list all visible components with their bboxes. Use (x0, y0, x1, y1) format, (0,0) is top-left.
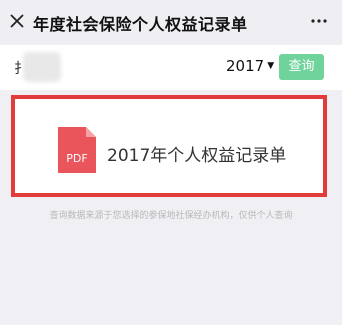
record-title: 2017年个人权益记录单 (107, 146, 287, 166)
close-icon[interactable] (8, 12, 26, 30)
pdf-label: PDF (66, 152, 87, 165)
highlight-frame: PDF 2017年个人权益记录单 (11, 95, 327, 197)
name-redaction (23, 52, 61, 82)
caret-down-icon: ▼ (267, 61, 275, 71)
record-card[interactable]: PDF 2017年个人权益记录单 (19, 103, 319, 189)
year-value: 2017 (226, 57, 265, 75)
more-icon[interactable] (310, 12, 328, 30)
page-title: 年度社会保险个人权益记录单 (33, 15, 248, 34)
filter-bar: 扌 2017 ▼ 查询 (0, 45, 342, 90)
pdf-file-icon: PDF (58, 127, 96, 173)
footnote-text: 查询数据来源于您选择的参保地社保经办机构，仅供个人查询 (49, 211, 293, 221)
title-bar: 年度社会保险个人权益记录单 (0, 0, 342, 42)
query-button[interactable]: 查询 (279, 54, 324, 80)
year-selector[interactable]: 2017 ▼ (226, 57, 274, 75)
